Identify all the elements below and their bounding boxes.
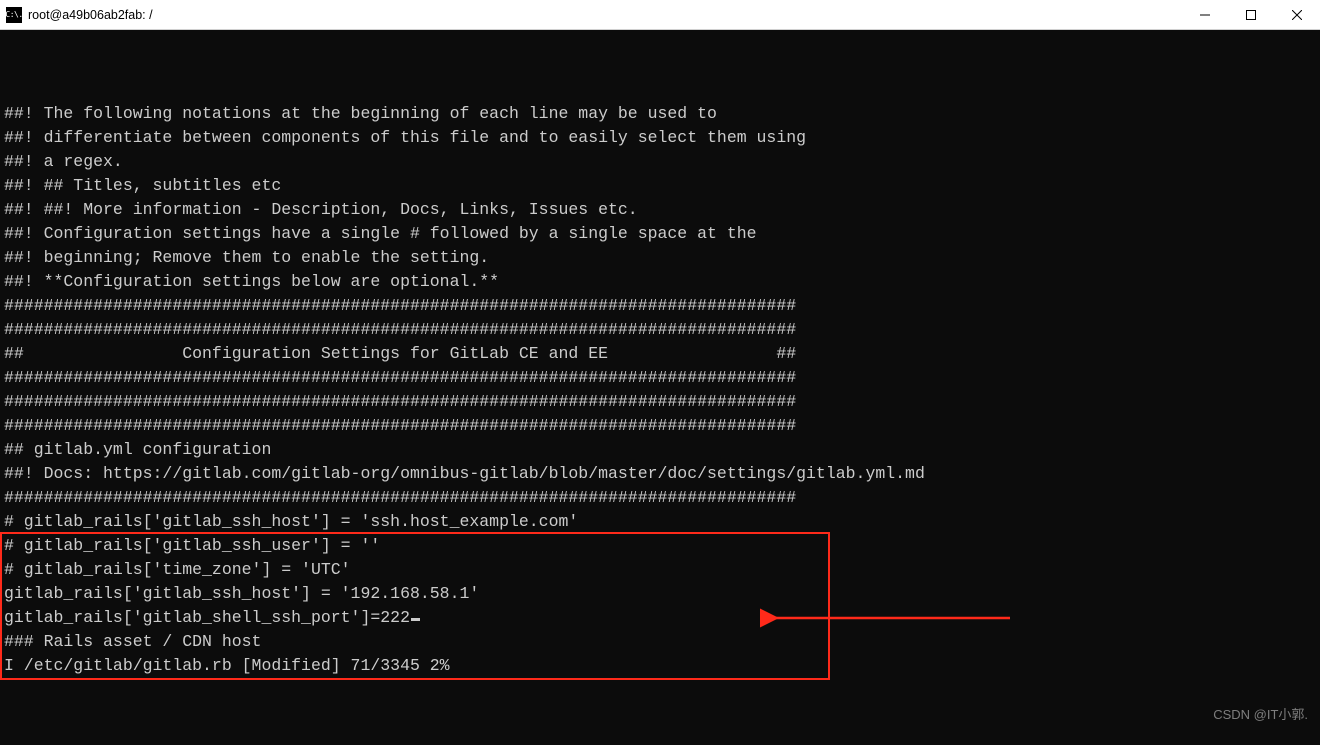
terminal-window: C:\. root@a49b06ab2fab: / ##! The follow… <box>0 0 1320 745</box>
terminal-line: ##! ##! More information - Description, … <box>4 198 1316 222</box>
cmd-icon: C:\. <box>6 7 22 23</box>
window-controls <box>1182 0 1320 29</box>
terminal-line: ########################################… <box>4 366 1316 390</box>
terminal-line: gitlab_rails['gitlab_shell_ssh_port']=22… <box>4 606 1316 630</box>
terminal-line: ########################################… <box>4 414 1316 438</box>
titlebar-left: C:\. root@a49b06ab2fab: / <box>6 7 153 23</box>
terminal-line: # gitlab_rails['gitlab_ssh_host'] = 'ssh… <box>4 510 1316 534</box>
terminal-line: ##! Configuration settings have a single… <box>4 222 1316 246</box>
terminal-line: ##! Docs: https://gitlab.com/gitlab-org/… <box>4 462 1316 486</box>
maximize-button[interactable] <box>1228 0 1274 29</box>
editor-status-line: I /etc/gitlab/gitlab.rb [Modified] 71/33… <box>4 654 1316 678</box>
terminal-line: ## gitlab.yml configuration <box>4 438 1316 462</box>
cursor <box>411 618 420 621</box>
terminal-line: ##! a regex. <box>4 150 1316 174</box>
terminal-line: ########################################… <box>4 294 1316 318</box>
watermark: CSDN @IT小郭. <box>1213 703 1308 727</box>
terminal-line: ########################################… <box>4 390 1316 414</box>
terminal-line: gitlab_rails['gitlab_ssh_host'] = '192.1… <box>4 582 1316 606</box>
terminal-line: ## Configuration Settings for GitLab CE … <box>4 342 1316 366</box>
terminal-line: ### Rails asset / CDN host <box>4 630 1316 654</box>
terminal-line: ##! beginning; Remove them to enable the… <box>4 246 1316 270</box>
close-button[interactable] <box>1274 0 1320 29</box>
terminal-line: # gitlab_rails['time_zone'] = 'UTC' <box>4 558 1316 582</box>
terminal-line: # gitlab_rails['gitlab_ssh_user'] = '' <box>4 534 1316 558</box>
minimize-button[interactable] <box>1182 0 1228 29</box>
terminal-area[interactable]: ##! The following notations at the begin… <box>0 30 1320 745</box>
terminal-line: ##! The following notations at the begin… <box>4 102 1316 126</box>
titlebar[interactable]: C:\. root@a49b06ab2fab: / <box>0 0 1320 30</box>
terminal-line: ########################################… <box>4 486 1316 510</box>
window-title: root@a49b06ab2fab: / <box>28 8 153 22</box>
terminal-line: ##! differentiate between components of … <box>4 126 1316 150</box>
terminal-line: ##! ## Titles, subtitles etc <box>4 174 1316 198</box>
terminal-line: ##! **Configuration settings below are o… <box>4 270 1316 294</box>
terminal-line: ########################################… <box>4 318 1316 342</box>
